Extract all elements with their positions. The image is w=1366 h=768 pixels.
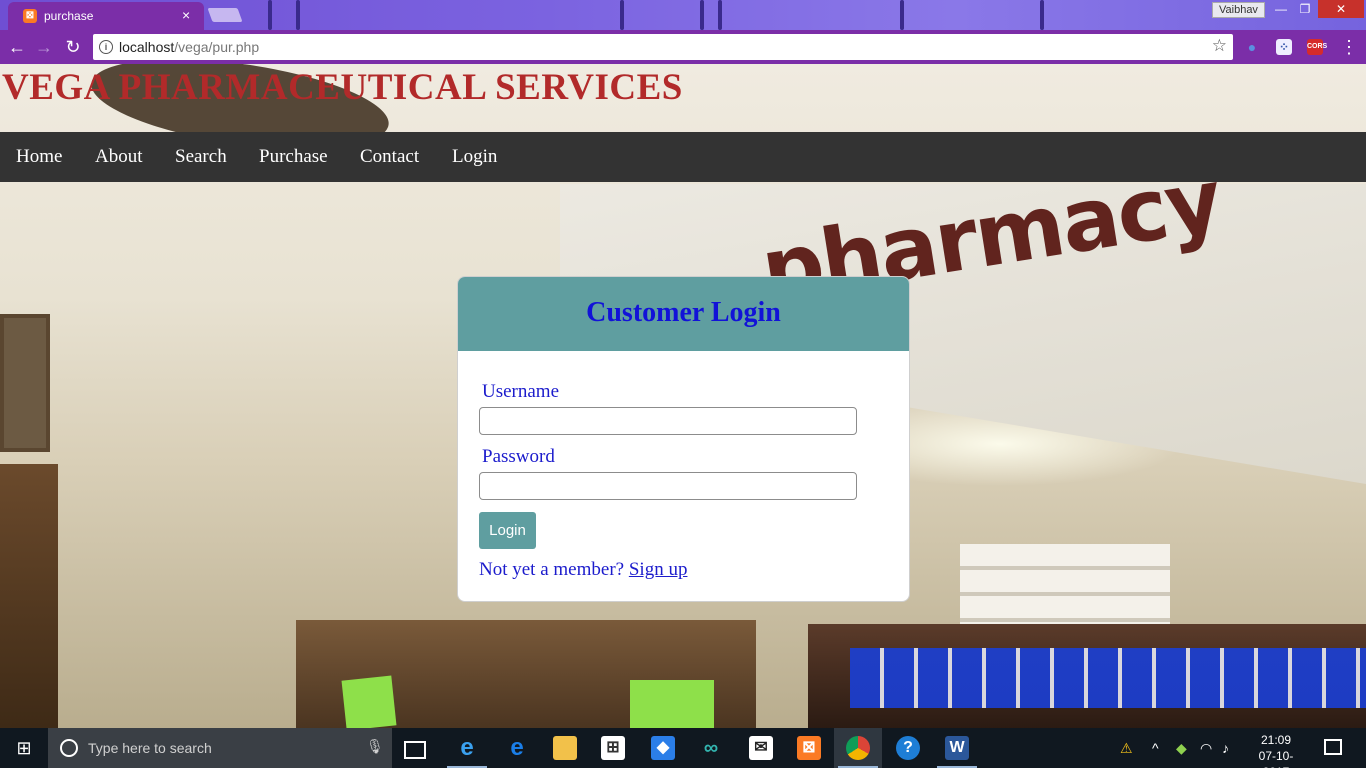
username-label: Username: [482, 381, 560, 402]
username-input[interactable]: [479, 407, 857, 435]
restore-button[interactable]: ❐: [1294, 0, 1316, 18]
browser-toolbar: ← → ↻ i localhost/vega/pur.php ☆ ● ⁘ COR…: [0, 30, 1366, 64]
browser-tab-strip: ⊠ purchase × Vaibhav — ❐ ✕: [0, 0, 1366, 30]
xampp-icon[interactable]: ⊠: [797, 736, 821, 760]
site-brand-title: VEGA PHARMACEUTICAL SERVICES: [2, 67, 683, 108]
task-view-icon[interactable]: [404, 741, 426, 759]
close-window-button[interactable]: ✕: [1318, 0, 1364, 18]
dropbox-tray-icon[interactable]: ◆: [1176, 740, 1187, 756]
nav-about[interactable]: About: [95, 146, 143, 168]
close-tab-icon[interactable]: ×: [182, 7, 190, 23]
back-arrow-icon[interactable]: ←: [6, 36, 28, 58]
url-host: localhost: [119, 39, 175, 55]
internet-explorer-icon[interactable]: e: [455, 736, 479, 760]
forward-arrow-icon[interactable]: →: [33, 36, 55, 58]
volume-icon[interactable]: ♪: [1222, 740, 1229, 756]
browser-tab-purchase[interactable]: ⊠ purchase ×: [8, 2, 204, 30]
microphone-icon[interactable]: 🎙: [366, 738, 384, 755]
minimize-button[interactable]: —: [1270, 0, 1292, 18]
nav-search[interactable]: Search: [175, 146, 227, 168]
taskbar-search-box[interactable]: Type here to search 🎙: [48, 728, 392, 768]
page-viewport: pharmacy VEGA PHARMACEUTICAL SERVICES Ho…: [0, 64, 1366, 728]
arduino-icon[interactable]: ∞: [699, 736, 723, 760]
login-button[interactable]: Login: [479, 512, 536, 549]
taskbar-search-placeholder: Type here to search: [88, 740, 212, 756]
dots-extension-icon[interactable]: ⁘: [1276, 39, 1292, 55]
background-green-sign-2: [630, 680, 714, 728]
background-blue-bins: [850, 648, 1366, 708]
help-icon[interactable]: ?: [896, 736, 920, 760]
reload-icon[interactable]: ↻: [62, 36, 84, 58]
browser-menu-icon[interactable]: ⋮: [1340, 36, 1358, 58]
edge-icon[interactable]: e: [505, 736, 529, 760]
site-navbar: Home About Search Purchase Contact Login: [0, 132, 1366, 182]
url-text: localhost/vega/pur.php: [119, 39, 259, 55]
new-tab-button[interactable]: [207, 8, 243, 22]
info-icon[interactable]: i: [99, 40, 113, 54]
mail-icon[interactable]: ✉: [749, 736, 773, 760]
login-title: Customer Login: [586, 297, 781, 328]
clock-date: 07-10-2017: [1258, 749, 1294, 768]
clock-time: 21:09: [1260, 733, 1292, 747]
windows-start-icon[interactable]: ⊞: [0, 728, 48, 768]
dropbox-icon[interactable]: ◆: [651, 736, 675, 760]
nav-purchase[interactable]: Purchase: [259, 146, 328, 168]
background-green-sign: [341, 675, 397, 728]
warning-tray-icon[interactable]: ⚠: [1120, 740, 1133, 756]
microphone-icon[interactable]: ●: [1244, 39, 1260, 55]
nav-home[interactable]: Home: [16, 146, 62, 168]
address-bar[interactable]: i localhost/vega/pur.php ☆: [93, 34, 1233, 60]
xampp-icon: ⊠: [23, 9, 37, 23]
action-center-icon[interactable]: [1324, 739, 1342, 755]
signup-link[interactable]: Sign up: [629, 559, 688, 580]
password-label: Password: [482, 446, 555, 467]
signup-prompt-text: Not yet a member?: [479, 559, 625, 580]
wifi-icon[interactable]: ◠: [1200, 740, 1212, 756]
windows-taskbar: ⊞ Type here to search 🎙 e e ⊞ ◆ ∞ ✉ ⊠ ? …: [0, 728, 1366, 768]
chevron-up-icon[interactable]: ^: [1152, 740, 1159, 756]
url-path: /vega/pur.php: [174, 39, 260, 55]
chrome-icon[interactable]: [846, 736, 870, 760]
background-mirror: [0, 314, 50, 452]
word-icon[interactable]: W: [945, 736, 969, 760]
nav-login[interactable]: Login: [452, 146, 497, 168]
login-card-header: Customer Login: [458, 277, 909, 351]
store-icon[interactable]: ⊞: [601, 736, 625, 760]
file-explorer-icon[interactable]: [553, 736, 577, 760]
bookmark-star-icon[interactable]: ☆: [1212, 36, 1227, 56]
profile-button[interactable]: Vaibhav: [1212, 2, 1265, 18]
login-card: Customer Login Username Password Login N…: [457, 276, 910, 602]
signup-prompt: Not yet a member? Sign up: [479, 559, 687, 581]
system-clock[interactable]: 21:09 07-10-2017: [1246, 732, 1306, 768]
password-input[interactable]: [479, 472, 857, 500]
background-shelf: [0, 464, 58, 728]
background-shelves: [960, 544, 1170, 624]
cortana-icon: [60, 739, 78, 757]
tab-title: purchase: [44, 9, 94, 23]
nav-contact[interactable]: Contact: [360, 146, 419, 168]
cors-extension-icon[interactable]: CORS: [1307, 39, 1327, 55]
